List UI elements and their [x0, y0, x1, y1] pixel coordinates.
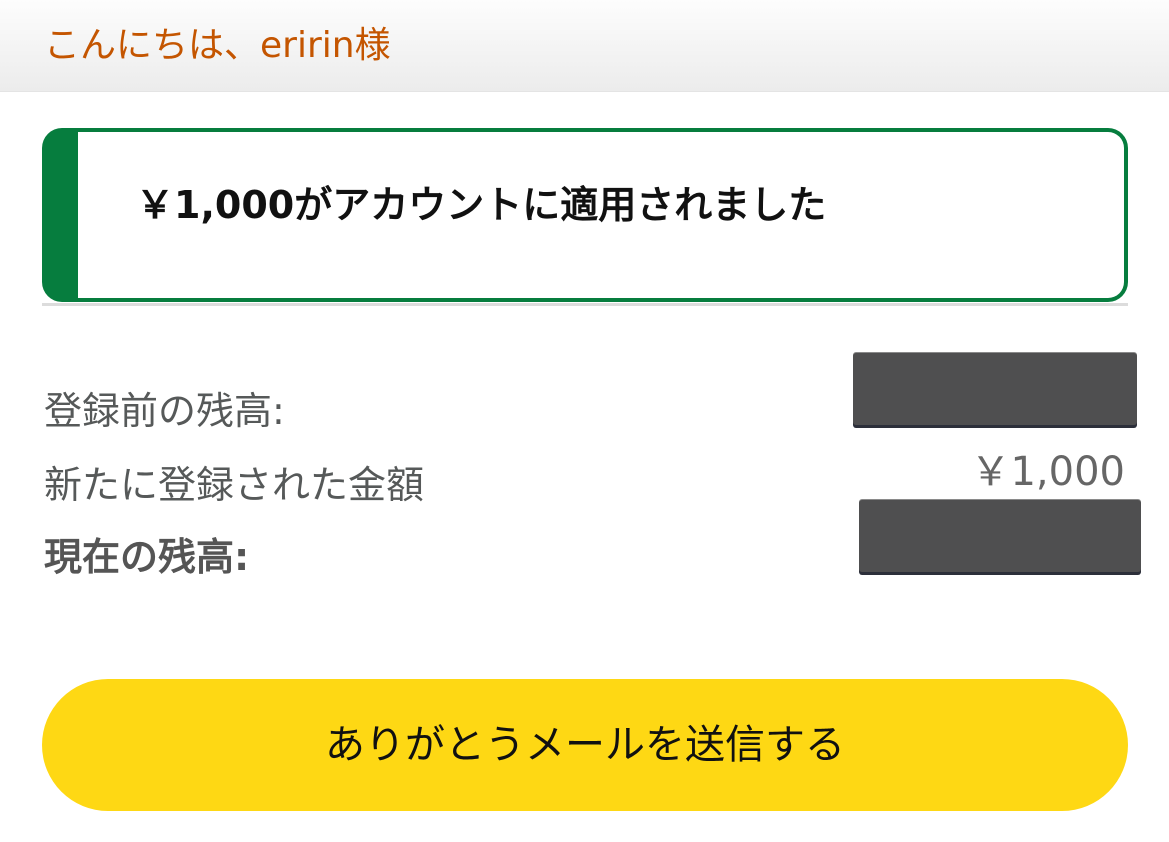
added-amount-label: 新たに登録された金額 — [44, 463, 425, 507]
gift-card-confirmation-page: こんにちは、eririn様 ￥1,000がアカウントに適用されました 登録前の残… — [0, 0, 1169, 842]
current-balance-redaction — [859, 500, 1141, 572]
added-amount-value: ￥1,000 — [970, 449, 1125, 495]
send-thank-you-email-label: ありがとうメールを送信する — [325, 722, 845, 768]
greeting-text: こんにちは、eririn様 — [44, 25, 391, 66]
header-bar: こんにちは、eririn様 — [0, 0, 1169, 92]
current-balance-label: 現在の残高: — [44, 535, 250, 579]
previous-balance-redaction — [853, 353, 1137, 425]
previous-balance-label: 登録前の残高: — [44, 389, 285, 433]
alert-message: ￥1,000がアカウントに適用されました — [136, 183, 827, 227]
success-alert: ￥1,000がアカウントに適用されました — [42, 128, 1128, 302]
send-thank-you-email-button[interactable]: ありがとうメールを送信する — [42, 679, 1128, 811]
divider — [42, 303, 1128, 306]
